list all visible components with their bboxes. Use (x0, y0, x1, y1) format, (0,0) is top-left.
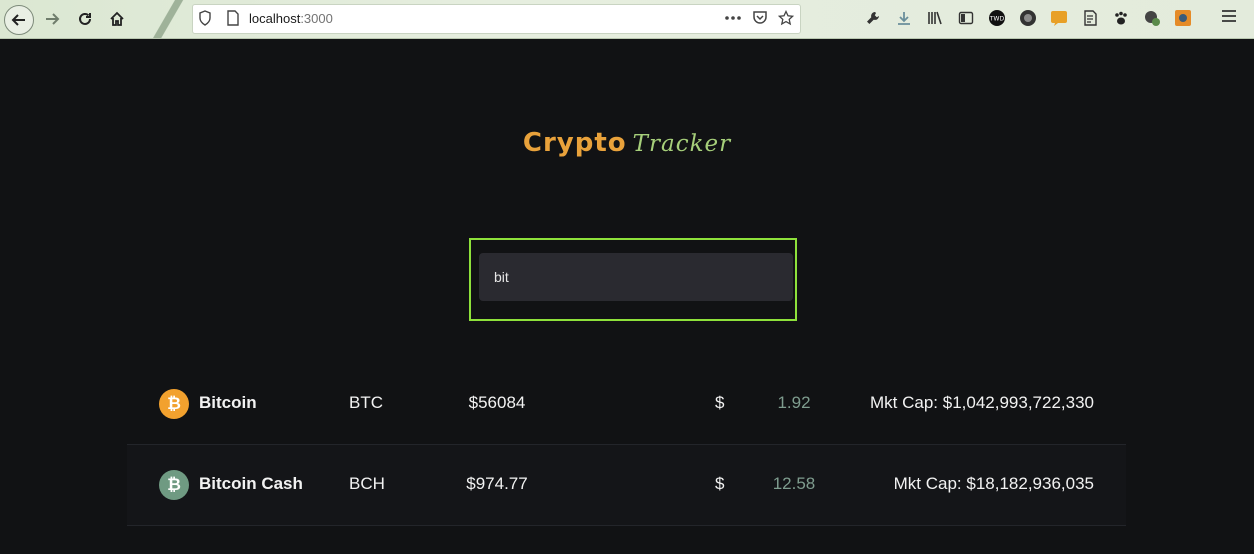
coin-symbol: BCH (349, 474, 385, 493)
coin-symbol: BTC (349, 393, 383, 412)
coin-list: ₿ Bitcoin BTC $56084 $ 1.92 Mkt Cap: $1,… (127, 364, 1126, 526)
coin-market-cap: Mkt Cap: $1,042,993,722,330 (870, 393, 1094, 412)
address-bar[interactable]: localhost:3000 (192, 4, 801, 34)
bitcoin-cash-icon: ₿ (159, 470, 189, 500)
back-arrow-icon (11, 14, 25, 26)
coin-name: Bitcoin Cash (199, 474, 303, 493)
search-container (469, 238, 797, 321)
coin-row[interactable]: ₿ Bitcoin Cash BCH $974.77 $ 12.58 Mkt C… (127, 445, 1126, 526)
coin-price: $56084 (468, 393, 526, 412)
tracking-shield-icon[interactable] (198, 10, 212, 30)
bitcoin-icon: ₿ (159, 389, 189, 419)
reload-icon (79, 12, 91, 25)
more-actions-icon[interactable] (724, 10, 742, 26)
page-info-icon[interactable] (226, 10, 240, 30)
extensions-toolbar: TWD (862, 7, 1194, 29)
library-icon[interactable] (924, 7, 946, 29)
extension-twd-icon[interactable]: TWD (986, 7, 1008, 29)
coin-search-input[interactable] (479, 253, 793, 301)
coin-change: 1.92 (777, 393, 811, 412)
extension-paw-icon[interactable] (1110, 7, 1132, 29)
pocket-icon[interactable] (752, 10, 768, 26)
home-button[interactable] (103, 5, 131, 33)
coin-price: $974.77 (466, 474, 528, 493)
forward-arrow-icon (46, 13, 60, 25)
coin-name: Bitcoin (199, 393, 257, 412)
back-button[interactable] (4, 5, 34, 35)
url-host: localhost (249, 11, 301, 26)
address-bar-actions (724, 10, 794, 26)
hamburger-menu-icon[interactable] (1221, 8, 1237, 28)
svg-text:TWD: TWD (989, 16, 1005, 23)
home-icon (110, 11, 124, 26)
reload-button[interactable] (71, 5, 99, 33)
extension-notes-icon[interactable] (1079, 7, 1101, 29)
url-text[interactable]: localhost:3000 (249, 11, 333, 26)
sidebar-icon[interactable] (955, 7, 977, 29)
browser-toolbar: localhost:3000 TWD (0, 0, 1254, 39)
extension-globe-icon[interactable] (1017, 7, 1039, 29)
extension-badge-icon[interactable] (1141, 7, 1163, 29)
url-port: :3000 (300, 11, 333, 26)
coin-row[interactable]: ₿ Bitcoin BTC $56084 $ 1.92 Mkt Cap: $1,… (127, 364, 1126, 445)
app-title: Crypto Tracker (0, 128, 1254, 158)
coin-currency: $ (715, 474, 725, 493)
app-title-tracker: Tracker (632, 131, 732, 157)
coin-currency: $ (715, 393, 725, 412)
bookmark-star-icon[interactable] (778, 10, 794, 26)
coin-change: 12.58 (772, 474, 816, 493)
extension-camera-icon[interactable] (1172, 7, 1194, 29)
extension-chat-icon[interactable] (1048, 7, 1070, 29)
coin-market-cap: Mkt Cap: $18,182,936,035 (893, 474, 1094, 493)
forward-button[interactable] (38, 5, 66, 33)
app-title-crypto: Crypto (522, 128, 627, 158)
downloads-icon[interactable] (893, 7, 915, 29)
wrench-icon[interactable] (862, 7, 884, 29)
